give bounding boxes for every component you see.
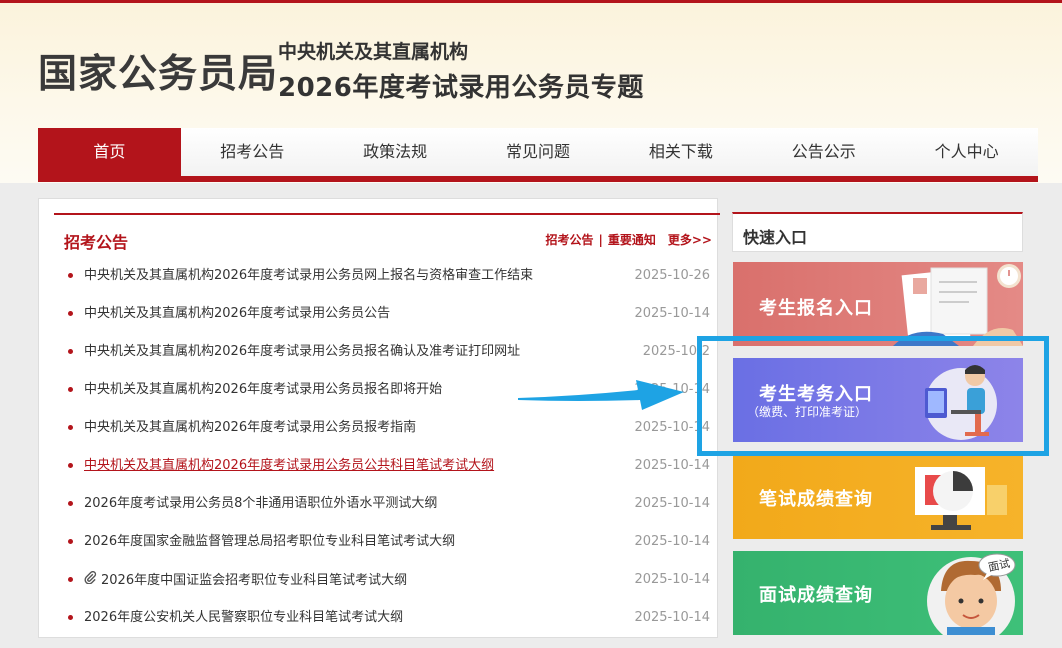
exam-affairs-entry-button[interactable]: 考生考务入口 （缴费、打印准考证） [733, 358, 1023, 442]
card-sublabel: （缴费、打印准考证） [747, 405, 868, 419]
item-title[interactable]: 中央机关及其直属机构2026年度考试录用公务员报考指南 [84, 420, 416, 435]
quick-entry-title: 快速入口 [743, 228, 808, 247]
bullet-icon [68, 501, 73, 506]
bullet-icon [68, 425, 73, 430]
item-title[interactable]: 中央机关及其直属机构2026年度考试录用公务员公告 [84, 306, 390, 321]
item-title[interactable]: 2026年度国家金融监督管理总局招考职位专业科目笔试考试大纲 [84, 534, 455, 549]
item-title[interactable]: 中央机关及其直属机构2026年度考试录用公务员报名确认及准考证打印网址 [84, 344, 520, 359]
link-separator: | [598, 233, 603, 247]
list-item[interactable]: 2026年度公安机关人民警察职位专业科目笔试考试大纲 2025-10-14 [54, 599, 710, 637]
announcements-panel: 招考公告 招考公告 | 重要通知 更多>> 中央机关及其直属机构2026年度考试录用公… [38, 198, 720, 638]
item-date: 2025-10-2 [642, 344, 710, 359]
nav-item-home[interactable]: 首页 [38, 128, 181, 176]
link-announcements[interactable]: 招考公告 [545, 233, 593, 247]
item-date: 2025-10-14 [634, 458, 710, 473]
list-item[interactable]: 中央机关及其直属机构2026年度考试录用公务员报名确认及准考证打印网址 2025-… [54, 333, 710, 371]
bullet-icon [68, 311, 73, 316]
written-score-query-button[interactable]: 笔试成绩查询 [733, 455, 1023, 539]
bullet-icon [68, 539, 73, 544]
interview-score-query-button[interactable]: 面试 面试成绩查询 [733, 551, 1023, 635]
application-form-icon [893, 264, 1023, 346]
announcements-inner: 招考公告 招考公告 | 重要通知 更多>> 中央机关及其直属机构2026年度考试录用公… [54, 213, 720, 637]
score-monitor-icon [915, 467, 1007, 530]
arrow-right-icon [518, 380, 684, 410]
header-subtitle-line1: 中央机关及其直属机构 [278, 41, 469, 63]
bullet-icon [68, 273, 73, 278]
item-title[interactable]: 中央机关及其直属机构2026年度考试录用公务员报名即将开始 [84, 382, 442, 397]
quick-entry-header: 快速入口 [732, 212, 1023, 252]
bullet-icon [68, 387, 73, 392]
list-item[interactable]: 中央机关及其直属机构2026年度考试录用公务员网上报名与资格审查工作结束 2025… [54, 257, 710, 295]
item-title[interactable]: 2026年度中国证监会招考职位专业科目笔试考试大纲 [101, 573, 407, 588]
paperclip-icon [84, 561, 97, 599]
more-link[interactable]: 更多>> [668, 233, 712, 247]
panel-title: 招考公告 [64, 233, 129, 252]
item-title[interactable]: 中央机关及其直属机构2026年度考试录用公务员公共科目笔试考试大纲 [84, 458, 494, 473]
item-title[interactable]: 2026年度公安机关人民警察职位专业科目笔试考试大纲 [84, 610, 403, 625]
list-item[interactable]: 2026年度国家金融监督管理总局招考职位专业科目笔试考试大纲 2025-10-14 [54, 523, 710, 561]
item-date: 2025-10-26 [634, 268, 710, 283]
card-label: 面试成绩查询 [759, 585, 873, 606]
item-title[interactable]: 2026年度考试录用公务员8个非通用语职位外语水平测试大纲 [84, 496, 437, 511]
nav-item-personal-center[interactable]: 个人中心 [895, 128, 1038, 176]
link-important-notices[interactable]: 重要通知 [608, 233, 656, 247]
bullet-icon [68, 615, 73, 620]
registration-entry-button[interactable]: 考生报名入口 [733, 262, 1023, 346]
list-item[interactable]: 中央机关及其直属机构2026年度考试录用公务员公告 2025-10-14 [54, 295, 710, 333]
nav-item-downloads[interactable]: 相关下载 [609, 128, 752, 176]
bullet-icon [68, 463, 73, 468]
list-item[interactable]: 2026年度考试录用公务员8个非通用语职位外语水平测试大纲 2025-10-14 [54, 485, 710, 523]
list-item[interactable]: 2026年度中国证监会招考职位专业科目笔试考试大纲 2025-10-14 [54, 561, 710, 599]
bullet-icon [68, 577, 73, 582]
person-at-computer-icon [925, 365, 997, 440]
announcement-list: 中央机关及其直属机构2026年度考试录用公务员网上报名与资格审查工作结束 2025… [54, 257, 710, 637]
item-date: 2025-10-14 [634, 572, 710, 587]
card-label: 考生报名入口 [759, 298, 873, 319]
main-nav: 首页 招考公告 政策法规 常见问题 相关下载 公告公示 个人中心 [38, 128, 1038, 182]
nav-item-notices[interactable]: 公告公示 [752, 128, 895, 176]
nav-item-announcements[interactable]: 招考公告 [181, 128, 324, 176]
panel-links: 招考公告 | 重要通知 更多>> [545, 231, 712, 248]
nav-item-faq[interactable]: 常见问题 [467, 128, 610, 176]
bullet-icon [68, 349, 73, 354]
item-title[interactable]: 中央机关及其直属机构2026年度考试录用公务员网上报名与资格审查工作结束 [84, 268, 533, 283]
card-label: 笔试成绩查询 [759, 489, 873, 510]
item-date: 2025-10-14 [634, 534, 710, 549]
nav-item-policies[interactable]: 政策法规 [324, 128, 467, 176]
item-date: 2025-10-14 [634, 610, 710, 625]
item-date: 2025-10-14 [634, 496, 710, 511]
item-date: 2025-10-14 [634, 306, 710, 321]
site-logo-title[interactable]: 国家公务员局 [38, 43, 278, 99]
header-subtitle-line2: 2026年度考试录用公务员专题 [278, 73, 644, 103]
list-item[interactable]: 中央机关及其直属机构2026年度考试录用公务员公共科目笔试考试大纲 2025-10… [54, 447, 710, 485]
